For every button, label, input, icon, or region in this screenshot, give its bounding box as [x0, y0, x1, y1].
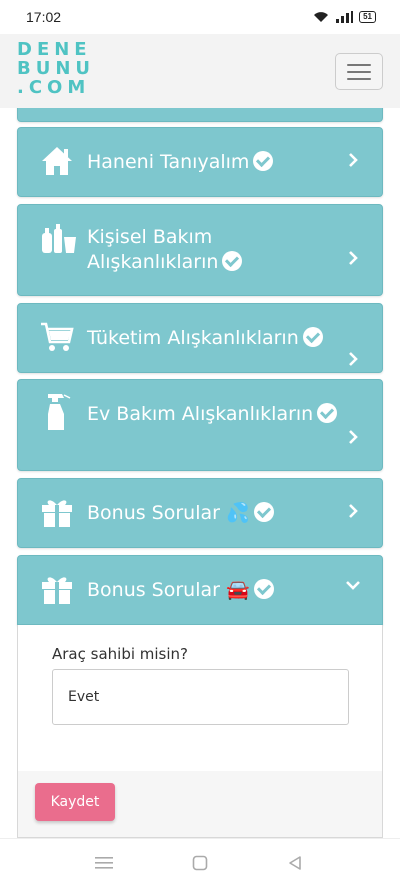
section-card-bonus-sorular-2[interactable]: Bonus Sorular 🚘 [17, 555, 383, 625]
site-logo[interactable]: DENE BUNU .COM [17, 40, 90, 97]
section-card-ev-bakim[interactable]: Ev Bakım Alışkanlıkların [17, 379, 383, 471]
check-circle-icon [302, 326, 323, 347]
section-title: Ev Bakım Alışkanlıkların [87, 402, 377, 427]
section-card-kisisel-bakim[interactable]: Kişisel Bakım Alışkanlıkların [17, 204, 383, 296]
home-nav-icon[interactable] [190, 853, 210, 873]
car-emoji: 🚘 [226, 579, 250, 601]
check-circle-icon [222, 250, 243, 271]
section-title: Bonus Sorular 🚘 [87, 578, 274, 603]
gift-icon [40, 494, 74, 530]
menu-nav-icon[interactable] [94, 853, 114, 873]
bottles-icon [40, 221, 78, 257]
menu-line [347, 70, 371, 73]
chevron-right-icon [346, 504, 360, 518]
section-title: Bonus Sorular 💦 [87, 501, 274, 526]
cart-icon [40, 319, 74, 355]
chevron-right-icon [346, 352, 360, 366]
section-card-previous[interactable] [17, 108, 383, 122]
section-card-haneni-taniyalim[interactable]: Haneni Tanıyalım [17, 127, 383, 197]
answer-select[interactable]: Evet [52, 669, 349, 725]
bonus-sorular-panel: Araç sahibi misin? Evet Kaydet [17, 625, 383, 838]
chevron-right-icon [346, 430, 360, 444]
home-icon [40, 143, 74, 179]
section-card-tuketim[interactable]: Tüketim Alışkanlıkların [17, 303, 383, 373]
section-title: Haneni Tanıyalım [87, 150, 274, 175]
question-body: Araç sahibi misin? Evet [18, 625, 382, 771]
system-nav-bar [0, 838, 400, 888]
status-icons: 51 [313, 11, 376, 23]
menu-line [347, 77, 371, 80]
save-button[interactable]: Kaydet [35, 783, 115, 821]
signal-icon [336, 11, 354, 23]
check-circle-icon [253, 150, 274, 171]
sweat-drops-emoji: 💦 [226, 502, 250, 524]
wifi-icon [314, 12, 329, 22]
section-title: Tüketim Alışkanlıkların [87, 326, 323, 351]
spray-bottle-icon [40, 392, 74, 432]
question-label: Araç sahibi misin? [52, 645, 189, 663]
section-title: Kişisel Bakım Alışkanlıkların [87, 225, 327, 275]
menu-line [347, 63, 371, 66]
status-bar: 17:02 51 [0, 0, 400, 34]
check-circle-icon [253, 578, 274, 599]
hamburger-menu-button[interactable] [335, 53, 383, 90]
status-time: 17:02 [26, 9, 62, 25]
check-circle-icon [317, 402, 338, 423]
chevron-down-icon [346, 578, 360, 592]
back-nav-icon[interactable] [285, 853, 305, 873]
check-circle-icon [253, 501, 274, 522]
survey-content: Haneni Tanıyalım Kişisel Bakım Alışkanlı… [0, 108, 400, 838]
site-header: DENE BUNU .COM [0, 34, 400, 108]
section-card-bonus-sorular-1[interactable]: Bonus Sorular 💦 [17, 478, 383, 548]
chevron-right-icon [346, 153, 360, 167]
gift-icon [40, 571, 74, 607]
chevron-right-icon [346, 251, 360, 265]
battery-icon: 51 [359, 11, 376, 23]
